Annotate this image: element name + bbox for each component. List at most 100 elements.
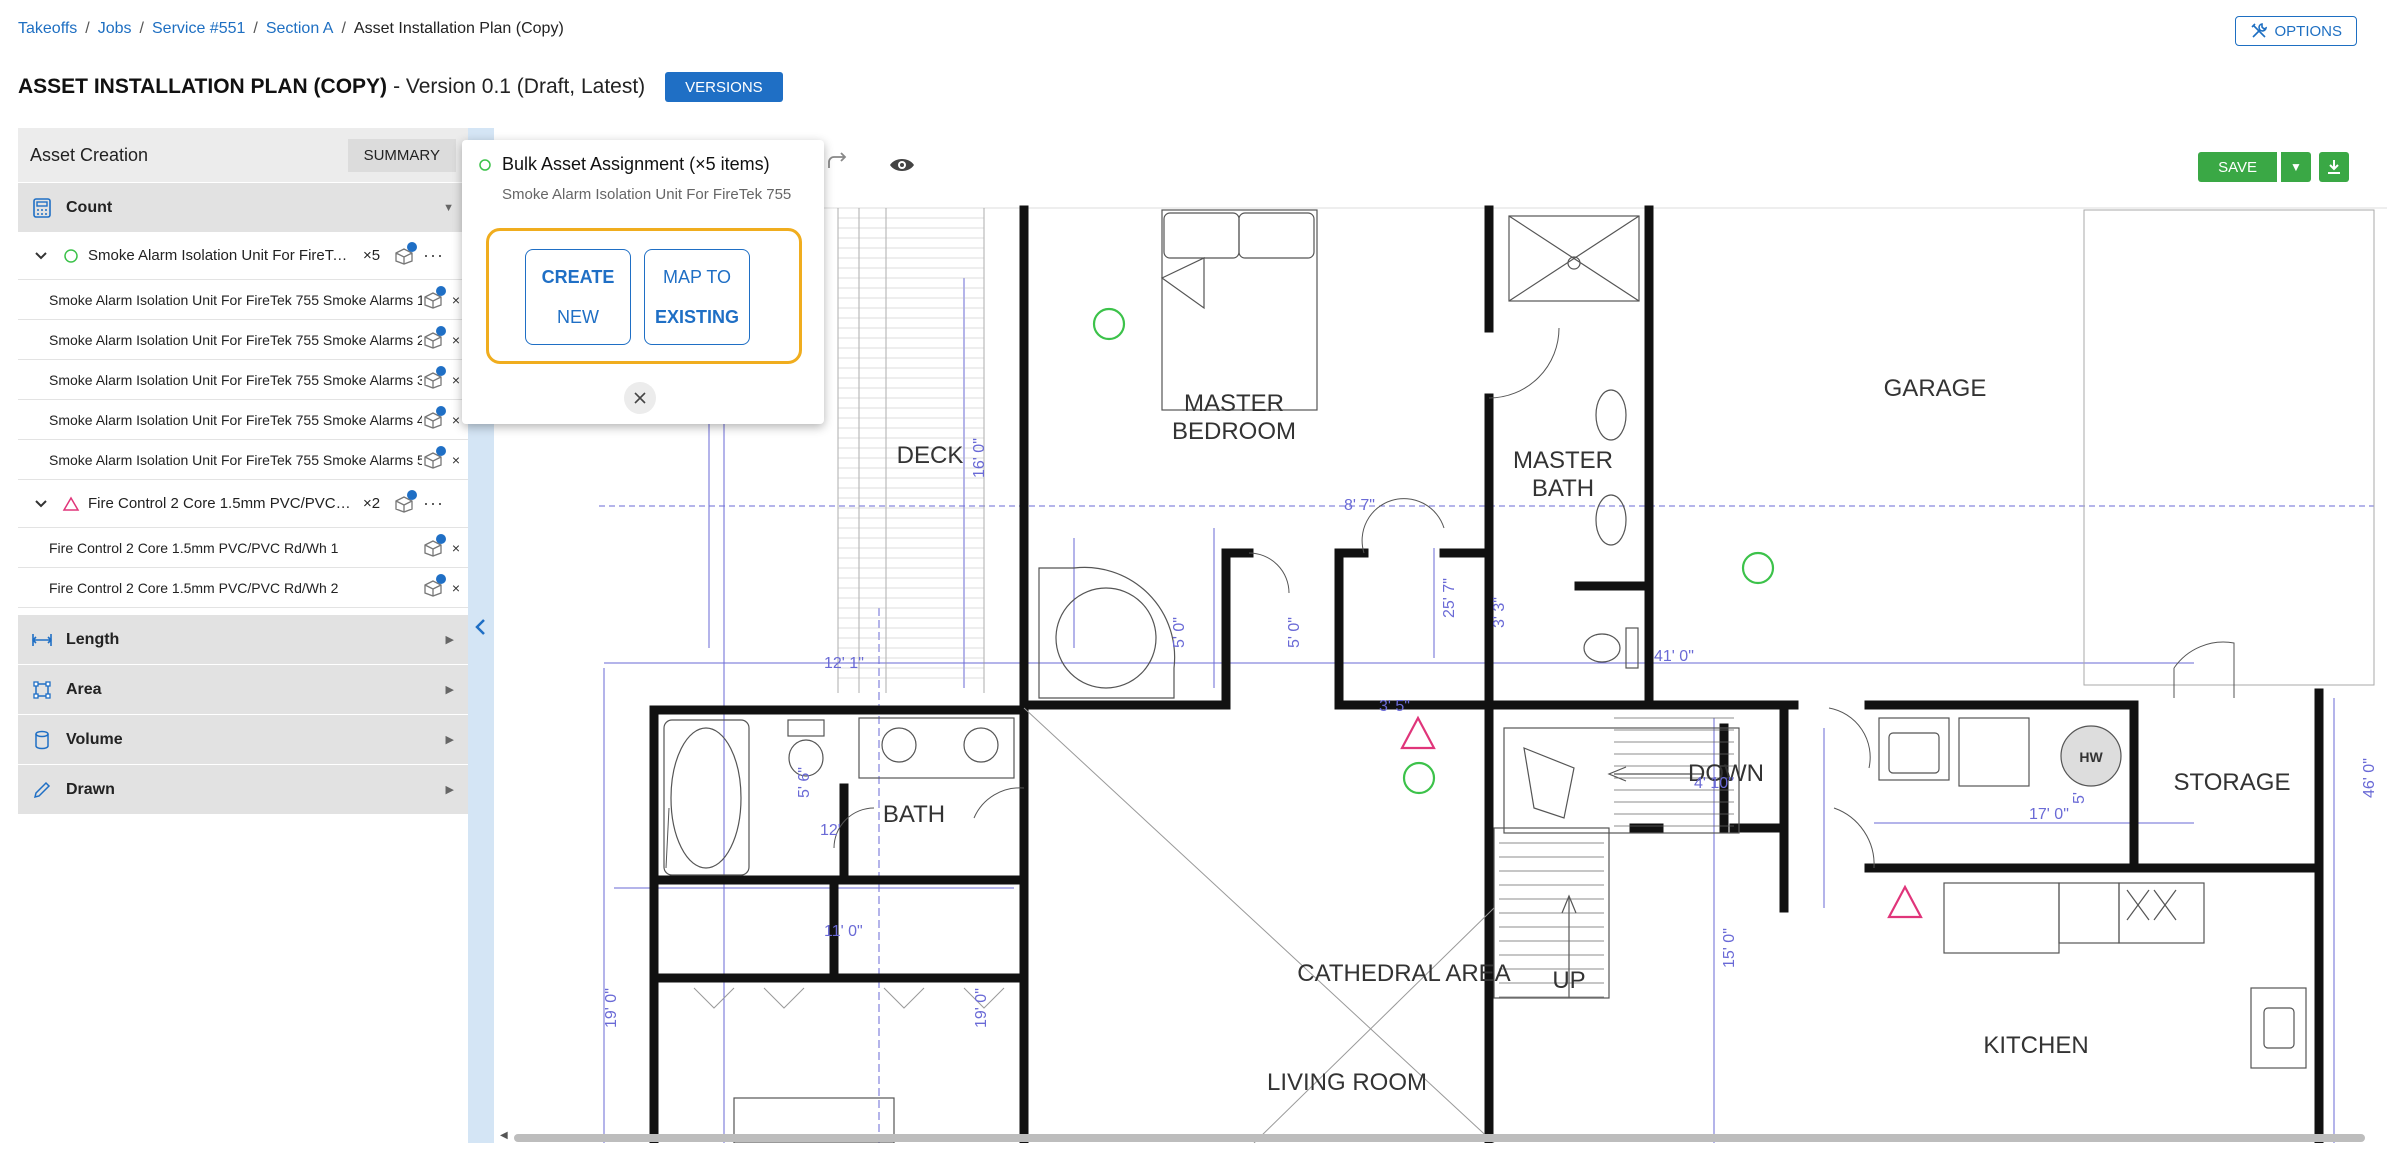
asset-item-row[interactable]: Fire Control 2 Core 1.5mm PVC/PVC Rd/Wh …: [18, 528, 468, 568]
dimension-label: 19' 0": [973, 988, 990, 1028]
dimension-label: 12' 1": [824, 655, 864, 672]
close-button[interactable]: [624, 382, 656, 414]
remove-icon[interactable]: ×: [452, 580, 460, 596]
assign-asset-icon[interactable]: [422, 445, 446, 470]
map-line1: MAP TO: [662, 267, 732, 287]
dimension-label: 8' 7": [1344, 497, 1375, 514]
versions-button[interactable]: VERSIONS: [665, 72, 783, 102]
assign-asset-icon[interactable]: [393, 489, 417, 514]
version-text: - Version 0.1 (Draft, Latest): [393, 75, 646, 98]
caret-right-icon: ▶: [445, 734, 454, 746]
dimension-label: 5' 0": [1171, 617, 1188, 648]
category-area[interactable]: Area ▶: [18, 664, 468, 714]
room-label: MASTER: [1513, 447, 1613, 474]
scrollbar-thumb[interactable]: [514, 1134, 2365, 1142]
asset-group-row[interactable]: Fire Control 2 Core 1.5mm PVC/PVC Rd/Wh …: [18, 480, 468, 528]
assign-asset-icon[interactable]: [422, 533, 446, 558]
room-label: STORAGE: [2174, 769, 2291, 796]
dimension-label: 46' 0": [2361, 758, 2378, 798]
room-label: BEDROOM: [1172, 418, 1296, 445]
summary-button[interactable]: SUMMARY: [347, 138, 456, 172]
asset-group-label: Smoke Alarm Isolation Unit For FireTek 7…: [88, 247, 353, 264]
dimension-label: 19' 0": [603, 988, 620, 1028]
pencil-icon: [32, 780, 52, 800]
assignment-choices: CREATE NEW MAP TO EXISTING: [486, 228, 802, 364]
remove-icon[interactable]: ×: [452, 292, 460, 308]
create-new-button[interactable]: CREATE NEW: [525, 249, 631, 345]
dimension-label: 4' 10": [1694, 775, 1734, 792]
asset-item-row[interactable]: Smoke Alarm Isolation Unit For FireTek 7…: [18, 400, 468, 440]
horizontal-scrollbar[interactable]: ◀: [500, 1130, 2385, 1144]
save-button[interactable]: SAVE: [2198, 152, 2277, 182]
dimension-label: 25' 7": [1441, 578, 1458, 618]
assign-asset-icon[interactable]: [422, 285, 446, 310]
assign-asset-icon[interactable]: [422, 365, 446, 390]
category-count[interactable]: Count ▼: [18, 182, 468, 232]
asset-item-row[interactable]: Smoke Alarm Isolation Unit For FireTek 7…: [18, 440, 468, 480]
smoke-alarm-marker[interactable]: [1402, 761, 1436, 795]
assign-asset-icon[interactable]: [422, 573, 446, 598]
chevron-down-icon[interactable]: [34, 248, 54, 264]
asset-item-row[interactable]: Smoke Alarm Isolation Unit For FireTek 7…: [18, 320, 468, 360]
asset-item-label: Smoke Alarm Isolation Unit For FireTek 7…: [49, 451, 422, 468]
remove-icon[interactable]: ×: [452, 412, 460, 428]
category-count-label: Count: [66, 198, 113, 216]
eye-icon[interactable]: [888, 156, 916, 179]
breadcrumb-current: Asset Installation Plan (Copy): [353, 20, 564, 37]
remove-icon[interactable]: ×: [452, 372, 460, 388]
fire-control-marker[interactable]: [1400, 715, 1436, 750]
remove-icon[interactable]: ×: [452, 540, 460, 556]
category-length[interactable]: Length ▶: [18, 614, 468, 664]
category-area-label: Area: [66, 680, 102, 698]
redo-icon[interactable]: [825, 152, 849, 178]
dimension-label: 3' 5": [1379, 698, 1410, 715]
caret-right-icon: ▶: [445, 684, 454, 696]
asset-item-label: Fire Control 2 Core 1.5mm PVC/PVC Rd/Wh …: [49, 579, 339, 596]
dimension-label: 41' 0": [1654, 648, 1694, 665]
category-length-label: Length: [66, 630, 120, 648]
popup-subtitle: Smoke Alarm Isolation Unit For FireTek 7…: [502, 186, 792, 203]
scroll-left-icon[interactable]: ◀: [500, 1130, 508, 1141]
chevron-left-icon[interactable]: [474, 618, 486, 641]
category-volume[interactable]: Volume ▶: [18, 714, 468, 764]
category-drawn[interactable]: Drawn ▶: [18, 764, 468, 814]
dimension-label: 12': [820, 822, 841, 839]
more-options-icon[interactable]: ···: [423, 493, 444, 514]
cylinder-icon: [32, 730, 52, 750]
options-label: OPTIONS: [2274, 22, 2342, 40]
asset-item-row[interactable]: Smoke Alarm Isolation Unit For FireTek 7…: [18, 280, 468, 320]
save-group: SAVE ▼: [2198, 152, 2349, 182]
room-label: DECK: [897, 442, 964, 469]
breadcrumb-service[interactable]: Service #551: [152, 20, 245, 38]
map-to-existing-button[interactable]: MAP TO EXISTING: [644, 249, 750, 345]
options-button[interactable]: OPTIONS: [2235, 16, 2357, 46]
dimension-label: 5' 0": [1286, 617, 1303, 648]
smoke-alarm-marker[interactable]: [1741, 551, 1775, 585]
asset-item-row[interactable]: Fire Control 2 Core 1.5mm PVC/PVC Rd/Wh …: [18, 568, 468, 608]
chevron-down-icon[interactable]: [34, 496, 54, 512]
room-label: BATH: [883, 801, 945, 828]
breadcrumb-takeoffs[interactable]: Takeoffs: [18, 20, 77, 38]
room-label: HW: [2079, 749, 2103, 765]
more-options-icon[interactable]: ···: [423, 245, 444, 266]
remove-icon[interactable]: ×: [452, 452, 460, 468]
asset-item-row[interactable]: Smoke Alarm Isolation Unit For FireTek 7…: [18, 360, 468, 400]
page-title-row: ASSET INSTALLATION PLAN (COPY) - Version…: [18, 72, 783, 102]
asset-item-label: Smoke Alarm Isolation Unit For FireTek 7…: [49, 291, 422, 308]
fire-control-marker[interactable]: [1887, 884, 1923, 919]
assign-asset-icon[interactable]: [393, 241, 417, 266]
breadcrumb-jobs[interactable]: Jobs: [98, 20, 132, 38]
assign-asset-icon[interactable]: [422, 405, 446, 430]
room-label: KITCHEN: [1983, 1032, 2088, 1059]
breadcrumb-section[interactable]: Section A: [266, 20, 334, 38]
download-button[interactable]: [2319, 152, 2349, 182]
remove-icon[interactable]: ×: [452, 332, 460, 348]
save-dropdown-button[interactable]: ▼: [2281, 152, 2311, 182]
tools-icon: [2251, 23, 2268, 38]
popup-title: Bulk Asset Assignment (×5 items): [502, 154, 770, 174]
smoke-alarm-marker[interactable]: [1092, 307, 1126, 341]
room-label: CATHEDRAL AREA: [1297, 960, 1510, 987]
assign-asset-icon[interactable]: [422, 325, 446, 350]
room-label: GARAGE: [1884, 375, 1987, 402]
asset-group-row[interactable]: Smoke Alarm Isolation Unit For FireTek 7…: [18, 232, 468, 280]
